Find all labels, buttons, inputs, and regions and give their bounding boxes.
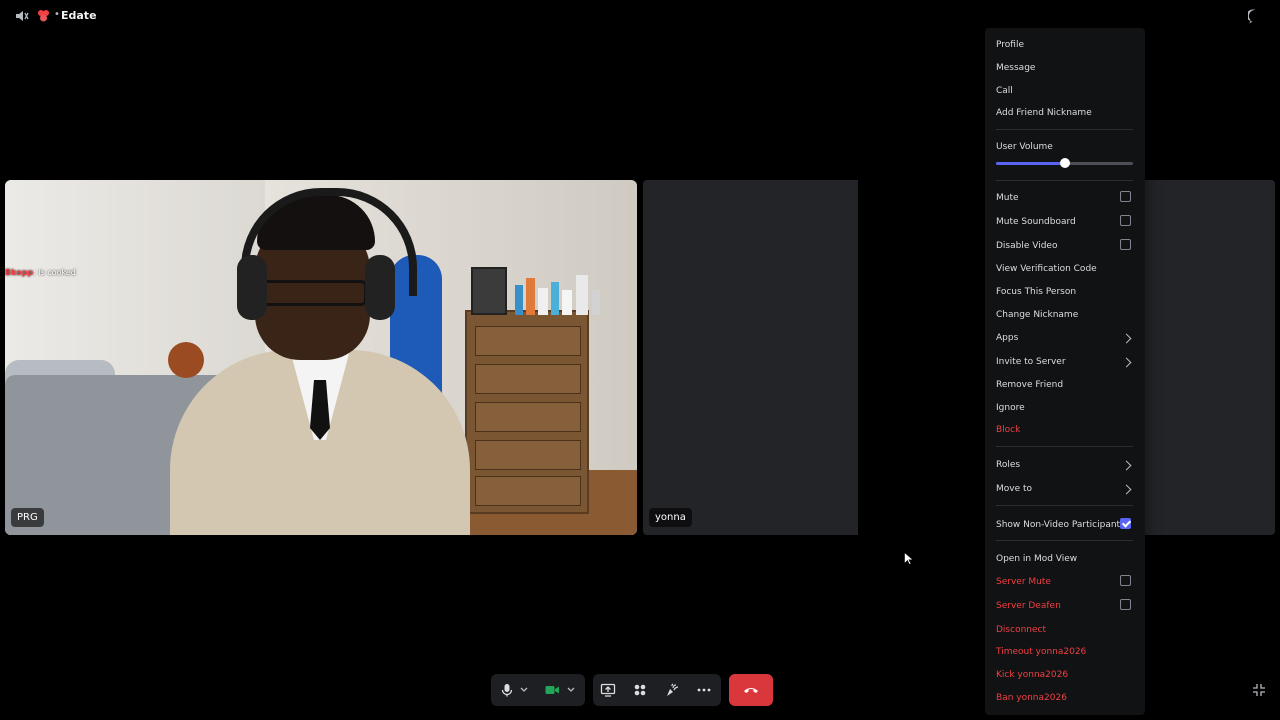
menu-separator	[996, 446, 1133, 447]
chat-overlay-message: Bkopp: is cooked	[5, 268, 76, 277]
mute-soundboard-checkbox[interactable]	[1120, 215, 1131, 226]
soundboard-icon[interactable]	[664, 682, 680, 698]
menu-item-view-verification-code[interactable]: View Verification Code	[996, 263, 1097, 275]
menu-item-move-to[interactable]: Move to	[996, 483, 1032, 495]
headphone-earcup	[237, 255, 267, 320]
video-tile-prg[interactable]: Bkopp: is cooked PRG	[5, 180, 637, 535]
video-tile-yonna[interactable]: yonna	[643, 180, 858, 535]
menu-item-block[interactable]: Block	[996, 424, 1020, 436]
more-options-icon[interactable]	[696, 682, 712, 698]
chevron-down-icon[interactable]	[566, 682, 576, 698]
menu-item-call[interactable]: Call	[996, 85, 1013, 97]
participant-name-yonna: yonna	[649, 508, 692, 527]
headphone-earcup	[365, 255, 395, 320]
menu-item-mute-soundboard[interactable]: Mute Soundboard	[996, 216, 1076, 228]
chevron-right-icon	[1121, 333, 1132, 344]
bottles	[515, 275, 600, 315]
menu-item-mute[interactable]: Mute	[996, 192, 1019, 204]
menu-item-show-non-video-participants[interactable]: Show Non-Video Participants	[996, 519, 1125, 531]
show-non-video-checkbox[interactable]	[1120, 518, 1131, 529]
user-context-menu: Profile Message Call Add Friend Nickname…	[985, 28, 1145, 715]
mouse-cursor-icon	[904, 552, 913, 565]
menu-item-remove-friend[interactable]: Remove Friend	[996, 379, 1063, 391]
user-volume-label: User Volume	[996, 142, 1053, 152]
chat-overlay-text: : is cooked	[33, 268, 76, 277]
menu-separator	[996, 180, 1133, 181]
menu-item-apps[interactable]: Apps	[996, 332, 1018, 344]
server-mute-checkbox[interactable]	[1120, 575, 1131, 586]
menu-item-invite-to-server[interactable]: Invite to Server	[996, 356, 1066, 368]
menu-item-kick[interactable]: Kick yonna2026	[996, 669, 1068, 681]
camera-icon[interactable]	[544, 682, 560, 698]
exit-fullscreen-icon[interactable]	[1252, 683, 1266, 697]
menu-item-ignore[interactable]: Ignore	[996, 402, 1025, 414]
activities-icon[interactable]	[632, 682, 648, 698]
menu-item-roles[interactable]: Roles	[996, 459, 1020, 471]
chevron-right-icon	[1121, 460, 1132, 471]
basketball	[168, 342, 204, 378]
video-tile-yonna-right-part[interactable]	[1145, 180, 1275, 535]
user-volume-slider[interactable]	[996, 158, 1133, 168]
speaker-muted-icon[interactable]	[15, 9, 29, 23]
menu-separator	[996, 540, 1133, 541]
menu-item-disable-video[interactable]: Disable Video	[996, 240, 1057, 252]
screen-share-icon[interactable]	[600, 682, 616, 698]
mute-checkbox[interactable]	[1120, 191, 1131, 202]
end-call-button[interactable]	[729, 674, 773, 706]
menu-item-change-nickname[interactable]: Change Nickname	[996, 309, 1078, 321]
menu-item-message[interactable]: Message	[996, 62, 1035, 74]
dresser	[465, 310, 589, 514]
participant-name-prg: PRG	[11, 508, 44, 527]
server-icon[interactable]	[37, 9, 50, 22]
server-deafen-checkbox[interactable]	[1120, 599, 1131, 610]
chat-overlay-user: Bkopp	[5, 268, 34, 277]
call-action-controls	[593, 674, 721, 706]
menu-item-server-deafen[interactable]: Server Deafen	[996, 600, 1061, 612]
menu-item-open-in-mod-view[interactable]: Open in Mod View	[996, 553, 1077, 565]
chevron-right-icon	[1121, 357, 1132, 368]
user-volume-knob[interactable]	[1059, 158, 1070, 168]
phone-hangup-icon	[744, 688, 758, 693]
menu-item-ban[interactable]: Ban yonna2026	[996, 692, 1067, 704]
chat-bubble-icon[interactable]	[1248, 9, 1263, 24]
picture-frame	[471, 267, 507, 315]
menu-separator	[996, 129, 1133, 130]
menu-item-disconnect[interactable]: Disconnect	[996, 624, 1046, 636]
microphone-icon[interactable]	[499, 682, 515, 698]
channel-title: Edate	[61, 9, 97, 22]
audio-video-controls	[491, 674, 585, 706]
menu-item-timeout[interactable]: Timeout yonna2026	[996, 646, 1086, 658]
menu-item-server-mute[interactable]: Server Mute	[996, 576, 1051, 588]
chevron-right-icon	[1121, 484, 1132, 495]
title-separator: •	[54, 9, 60, 20]
menu-item-profile[interactable]: Profile	[996, 39, 1024, 51]
chevron-down-icon[interactable]	[519, 682, 529, 698]
menu-separator	[996, 505, 1133, 506]
disable-video-checkbox[interactable]	[1120, 239, 1131, 250]
menu-item-add-friend-nickname[interactable]: Add Friend Nickname	[996, 107, 1092, 119]
menu-item-focus-this-person[interactable]: Focus This Person	[996, 286, 1076, 298]
user-volume-fill	[996, 162, 1065, 165]
